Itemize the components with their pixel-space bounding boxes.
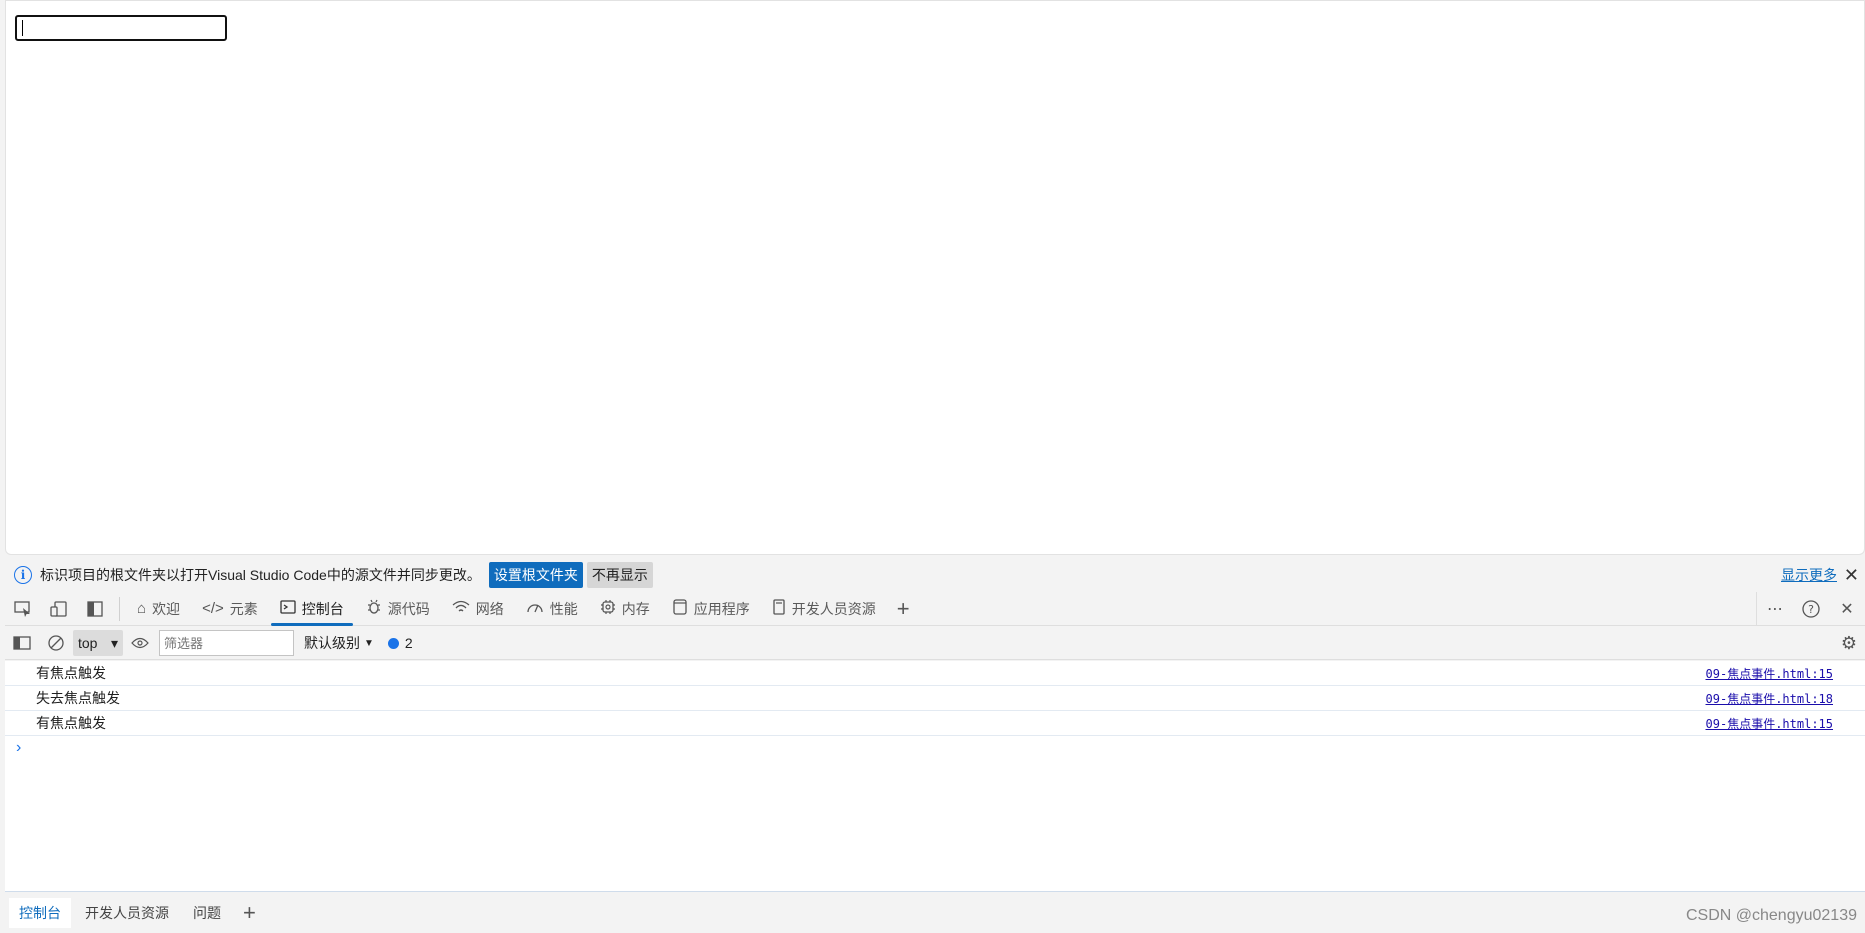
log-row: 有焦点触发 09-焦点事件.html:15 xyxy=(5,711,1865,736)
drawer-tab-developer-resources[interactable]: 开发人员资源 xyxy=(75,898,179,928)
tab-memory[interactable]: 内存 xyxy=(589,592,661,626)
tab-label: 性能 xyxy=(549,600,578,617)
dock-side-icon[interactable] xyxy=(77,592,113,626)
chevron-down-icon: ▼ xyxy=(364,637,374,649)
toolbar-right-group: ⋯ ? ✕ xyxy=(1756,592,1865,626)
toolbar-divider xyxy=(119,596,120,621)
watermark: CSDN @chengyu02139 xyxy=(1685,907,1857,924)
add-drawer-tab-icon[interactable]: + xyxy=(243,900,256,926)
log-level-select[interactable]: 默认级别 ▼ xyxy=(304,633,374,653)
tab-label: 源代码 xyxy=(387,600,430,617)
page-viewport xyxy=(5,0,1865,555)
tab-sources[interactable]: 源代码 xyxy=(355,592,441,626)
tab-developer-resources[interactable]: 开发人员资源 xyxy=(761,592,887,626)
sidebar-toggle-icon[interactable] xyxy=(5,627,39,659)
more-options-icon[interactable]: ⋯ xyxy=(1757,592,1793,626)
message-count: 2 xyxy=(404,635,413,651)
chevron-right-icon: › xyxy=(16,739,22,756)
clear-console-icon[interactable] xyxy=(39,627,73,659)
set-root-folder-button[interactable]: 设置根文件夹 xyxy=(488,562,583,588)
add-tab-icon[interactable]: + xyxy=(897,596,910,622)
tab-network[interactable]: 网络 xyxy=(441,592,515,626)
message-icon xyxy=(387,637,399,649)
close-devtools-icon[interactable]: ✕ xyxy=(1829,592,1865,626)
log-message: 失去焦点触发 xyxy=(36,690,120,706)
inspect-element-icon[interactable] xyxy=(5,592,41,626)
dont-show-again-button[interactable]: 不再显示 xyxy=(586,562,653,588)
drawer-tabbar: 控制台 开发人员资源 问题 + CSDN @chengyu02139 xyxy=(5,891,1865,933)
tab-label: 应用程序 xyxy=(693,600,750,617)
eye-icon[interactable] xyxy=(123,627,157,659)
page-text-input[interactable] xyxy=(15,15,227,41)
gear-icon[interactable]: ⚙ xyxy=(1841,633,1857,654)
log-row: 失去焦点触发 09-焦点事件.html:18 xyxy=(5,686,1865,711)
log-source-link[interactable]: 09-焦点事件.html:15 xyxy=(1706,665,1833,682)
app-icon xyxy=(672,598,688,619)
console-output: 有焦点触发 09-焦点事件.html:15 失去焦点触发 09-焦点事件.htm… xyxy=(5,661,1865,891)
tab-label: 欢迎 xyxy=(152,600,181,617)
drawer-tab-issues[interactable]: 问题 xyxy=(183,898,231,928)
console-prompt[interactable]: › xyxy=(5,736,1865,760)
log-source-link[interactable]: 09-焦点事件.html:15 xyxy=(1706,715,1833,732)
bug-icon xyxy=(366,599,382,619)
chip-icon xyxy=(600,599,616,619)
tab-label: 元素 xyxy=(229,600,258,617)
context-select[interactable]: top ▾ xyxy=(73,630,123,656)
device-emulation-icon[interactable] xyxy=(41,592,77,626)
devtools-tabbar: ⌂ 欢迎 </> 元素 控制台 源代码 网络 性能 内存 应用程序 开发人员资源… xyxy=(5,592,1865,626)
console-icon xyxy=(280,599,296,618)
tab-elements[interactable]: </> 元素 xyxy=(191,592,269,626)
infobar: i 标识项目的根文件夹以打开Visual Studio Code中的源文件并同步… xyxy=(5,558,1865,592)
drawer-tab-console[interactable]: 控制台 xyxy=(9,897,71,928)
tab-welcome[interactable]: ⌂ 欢迎 xyxy=(126,592,191,626)
tab-label: 内存 xyxy=(621,600,650,617)
tab-performance[interactable]: 性能 xyxy=(515,592,589,626)
infobar-message: 标识项目的根文件夹以打开Visual Studio Code中的源文件并同步更改… xyxy=(40,567,481,583)
log-row: 有焦点触发 09-焦点事件.html:15 xyxy=(5,661,1865,686)
home-icon: ⌂ xyxy=(137,600,147,617)
tab-console[interactable]: 控制台 xyxy=(269,592,355,626)
tab-label: 开发人员资源 xyxy=(791,600,876,617)
svg-text:?: ? xyxy=(1808,603,1814,616)
show-more-link[interactable]: 显示更多 xyxy=(1781,565,1837,585)
log-message: 有焦点触发 xyxy=(36,665,106,681)
message-count-badge[interactable]: 2 xyxy=(387,635,413,651)
log-source-link[interactable]: 09-焦点事件.html:18 xyxy=(1706,690,1833,707)
document-icon xyxy=(772,598,786,619)
text-caret xyxy=(22,20,23,36)
info-icon: i xyxy=(14,566,32,584)
log-level-label: 默认级别 xyxy=(304,635,360,651)
wifi-icon xyxy=(452,600,470,618)
chevron-down-icon: ▾ xyxy=(110,634,118,651)
console-toolbar: top ▾ 默认级别 ▼ 2 ⚙ xyxy=(5,627,1865,660)
tab-label: 控制台 xyxy=(301,600,344,617)
gauge-icon xyxy=(526,600,544,618)
log-message: 有焦点触发 xyxy=(36,715,106,731)
tab-application[interactable]: 应用程序 xyxy=(661,592,761,626)
tab-label: 网络 xyxy=(475,600,504,617)
help-icon[interactable]: ? xyxy=(1793,592,1829,626)
filter-input[interactable] xyxy=(159,630,294,656)
code-icon: </> xyxy=(202,600,224,617)
context-value: top xyxy=(78,635,98,651)
close-icon[interactable]: ✕ xyxy=(1844,565,1859,586)
